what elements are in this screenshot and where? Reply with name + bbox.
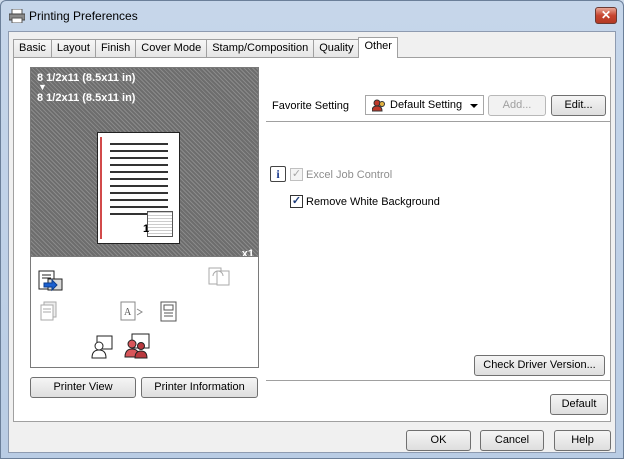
check-driver-version-button[interactable]: Check Driver Version...: [474, 355, 605, 376]
chevron-down-icon: [470, 104, 478, 108]
other-tab-panel: 8 1/2x11 (8.5x11 in) ▼ 8 1/2x11 (8.5x11 …: [13, 57, 611, 422]
remove-white-background-checkbox[interactable]: ✓: [290, 195, 303, 208]
top-divider: [266, 121, 610, 122]
rotate-document-icon: [208, 267, 230, 286]
add-button[interactable]: Add...: [488, 95, 546, 116]
printing-preferences-window: Printing Preferences ✕ Basic Layout Fini…: [0, 0, 624, 459]
favorite-setting-dropdown[interactable]: Default Setting: [365, 95, 484, 115]
page-text-lines: [110, 143, 168, 220]
page-graphic-block: [147, 211, 173, 237]
info-icon: i: [270, 166, 286, 182]
remove-white-background-label: Remove White Background: [306, 196, 440, 208]
tab-strip: Basic Layout Finish Cover Mode Stamp/Com…: [13, 37, 398, 58]
edit-button[interactable]: Edit...: [551, 95, 606, 116]
stacked-pages-icon: [40, 301, 57, 321]
preview-page: 1: [97, 132, 180, 244]
tab-basic[interactable]: Basic: [13, 39, 52, 58]
ok-button[interactable]: OK: [406, 430, 471, 451]
printer-view-button[interactable]: Printer View: [30, 377, 136, 398]
printer-icon: [9, 9, 25, 23]
status-icon-panel: A: [30, 256, 259, 368]
default-button[interactable]: Default: [550, 394, 608, 415]
tab-stamp-composition[interactable]: Stamp/Composition: [206, 39, 315, 58]
favorite-setting-value: Default Setting: [390, 99, 463, 111]
user-icon: [91, 335, 113, 359]
page-number: 1: [143, 223, 150, 235]
title-bar: Printing Preferences ✕: [1, 1, 623, 31]
form-page-icon: [160, 301, 177, 322]
close-button[interactable]: ✕: [595, 7, 617, 24]
svg-text:A: A: [124, 307, 132, 318]
user-authentication-icon: [124, 333, 150, 359]
tab-quality[interactable]: Quality: [313, 39, 360, 58]
original-paper-size: 8 1/2x11 (8.5x11 in): [37, 72, 136, 84]
printer-information-button[interactable]: Printer Information: [141, 377, 258, 398]
down-arrow-icon: ▼: [38, 82, 47, 92]
binding-margin-line: [100, 137, 102, 239]
tab-layout[interactable]: Layout: [50, 39, 96, 58]
printer-output-icon: [38, 270, 63, 292]
cancel-button[interactable]: Cancel: [480, 430, 544, 451]
bottom-divider: [266, 380, 610, 381]
tab-finish[interactable]: Finish: [94, 39, 137, 58]
text-page-icon: A: [120, 301, 143, 321]
favorite-setting-label: Favorite Setting: [272, 100, 350, 112]
tab-cover-mode[interactable]: Cover Mode: [135, 39, 208, 58]
tab-other[interactable]: Other: [358, 37, 398, 58]
dialog-client-area: Basic Layout Finish Cover Mode Stamp/Com…: [8, 31, 616, 453]
excel-job-control-checkbox[interactable]: ✓: [290, 168, 303, 181]
output-paper-size: 8 1/2x11 (8.5x11 in): [37, 92, 136, 104]
excel-job-control-label: Excel Job Control: [306, 169, 393, 181]
help-button[interactable]: Help: [554, 430, 611, 451]
default-setting-icon: [372, 99, 385, 112]
window-title: Printing Preferences: [29, 9, 138, 23]
